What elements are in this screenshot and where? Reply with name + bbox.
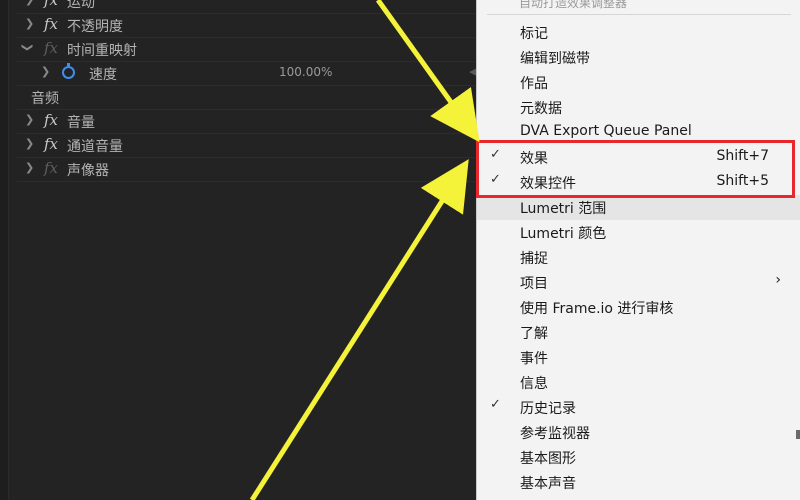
section-label: 音频: [31, 91, 59, 107]
chevron-right-icon[interactable]: ❯: [25, 137, 34, 150]
menu-item-label: 使用 Frame.io 进行审核: [520, 301, 674, 317]
effect-row-panner[interactable]: ❯ fx 声像器: [17, 159, 485, 182]
menu-separator: [487, 14, 791, 15]
checkmark-icon: ✓: [490, 397, 501, 412]
menu-item-label: 作品: [520, 76, 548, 92]
menu-item-edit-to-tape[interactable]: 编辑到磁带: [477, 45, 800, 70]
effect-controls-panel: ❯ fx 运动 ❯ fx 不透明度 ❯ fx 时间重映射 ❯ 速度 100.00…: [0, 0, 485, 500]
menu-item-production[interactable]: 作品: [477, 70, 800, 95]
effect-row-motion[interactable]: ❯ fx 运动: [17, 0, 485, 14]
chevron-right-icon[interactable]: ❯: [25, 113, 34, 126]
fx-icon[interactable]: fx: [44, 159, 58, 177]
effect-row-opacity[interactable]: ❯ fx 不透明度: [17, 15, 485, 38]
menu-item-label: 编辑到磁带: [520, 51, 590, 67]
menu-item-history[interactable]: ✓ 历史记录: [477, 395, 800, 420]
menu-item-label: 历史记录: [520, 401, 576, 417]
effect-label: 不透明度: [67, 19, 123, 35]
window-context-menu: 自动打造效果调整器 标记 编辑到磁带 作品 元数据 DVA Export Que…: [476, 0, 800, 500]
section-header-audio: 音频: [17, 87, 485, 110]
menu-item-label: Lumetri 范围: [520, 201, 607, 217]
menu-item-label: 元数据: [520, 101, 562, 117]
chevron-right-icon[interactable]: ❯: [25, 161, 34, 174]
highlight-box: [476, 140, 795, 198]
scrollbar-thumb[interactable]: [796, 430, 800, 439]
menu-item-lumetri-color[interactable]: Lumetri 颜色: [477, 220, 800, 245]
menu-item-reference-monitor[interactable]: 参考监视器: [477, 420, 800, 445]
menu-item-label: 信息: [520, 376, 548, 392]
menu-item-label: 标记: [520, 26, 548, 42]
fx-icon[interactable]: fx: [44, 135, 58, 153]
fx-icon[interactable]: fx: [44, 0, 58, 9]
effect-label: 通道音量: [67, 139, 123, 155]
speed-value[interactable]: 100.00%: [279, 65, 332, 79]
menu-item-learn[interactable]: 了解: [477, 320, 800, 345]
effect-row-speed[interactable]: ❯ 速度 100.00% ◀: [17, 63, 485, 86]
fx-icon[interactable]: fx: [44, 39, 58, 57]
menu-item-metadata[interactable]: 元数据: [477, 95, 800, 120]
menu-item-label: 参考监视器: [520, 426, 590, 442]
menu-item-essential-sound[interactable]: 基本声音: [477, 470, 800, 495]
menu-item-label: 项目: [520, 276, 548, 292]
menu-item-events[interactable]: 事件: [477, 345, 800, 370]
menu-item-label: 了解: [520, 326, 548, 342]
chevron-right-icon[interactable]: ❯: [25, 0, 34, 6]
effect-row-time-remap[interactable]: ❯ fx 时间重映射: [17, 39, 485, 62]
menu-item-project[interactable]: 项目 ›: [477, 270, 800, 295]
menu-item-partial[interactable]: 自动打造效果调整器: [519, 0, 627, 11]
menu-item-label: 基本图形: [520, 451, 576, 467]
stopwatch-icon[interactable]: [62, 63, 75, 79]
menu-item-label: 捕捉: [520, 251, 548, 267]
menu-item-label: Lumetri 颜色: [520, 226, 607, 242]
menu-item-info[interactable]: 信息: [477, 370, 800, 395]
menu-item-markers[interactable]: 标记: [477, 20, 800, 45]
chevron-down-icon[interactable]: ❯: [21, 43, 34, 52]
chevron-right-icon: ›: [775, 272, 781, 288]
menu-item-capture[interactable]: 捕捉: [477, 245, 800, 270]
menu-item-lumetri-scopes[interactable]: Lumetri 范围: [477, 195, 800, 220]
effect-label: 音量: [67, 115, 95, 131]
fx-icon[interactable]: fx: [44, 15, 58, 33]
effect-label: 速度: [89, 67, 117, 83]
menu-item-essential-graphics[interactable]: 基本图形: [477, 445, 800, 470]
menu-item-label: DVA Export Queue Panel: [520, 123, 692, 139]
menu-item-frameio-review[interactable]: 使用 Frame.io 进行审核: [477, 295, 800, 320]
menu-item-label: 事件: [520, 351, 548, 367]
chevron-right-icon[interactable]: ❯: [41, 65, 50, 78]
effect-row-channel-volume[interactable]: ❯ fx 通道音量: [17, 135, 485, 158]
menu-item-label: 基本声音: [520, 476, 576, 492]
effect-label: 运动: [67, 0, 95, 11]
effect-controls-list: ❯ fx 运动 ❯ fx 不透明度 ❯ fx 时间重映射 ❯ 速度 100.00…: [8, 0, 485, 500]
chevron-right-icon[interactable]: ❯: [25, 17, 34, 30]
effect-label: 时间重映射: [67, 43, 137, 59]
effect-label: 声像器: [67, 163, 109, 179]
effect-row-volume[interactable]: ❯ fx 音量: [17, 111, 485, 134]
fx-icon[interactable]: fx: [44, 111, 58, 129]
